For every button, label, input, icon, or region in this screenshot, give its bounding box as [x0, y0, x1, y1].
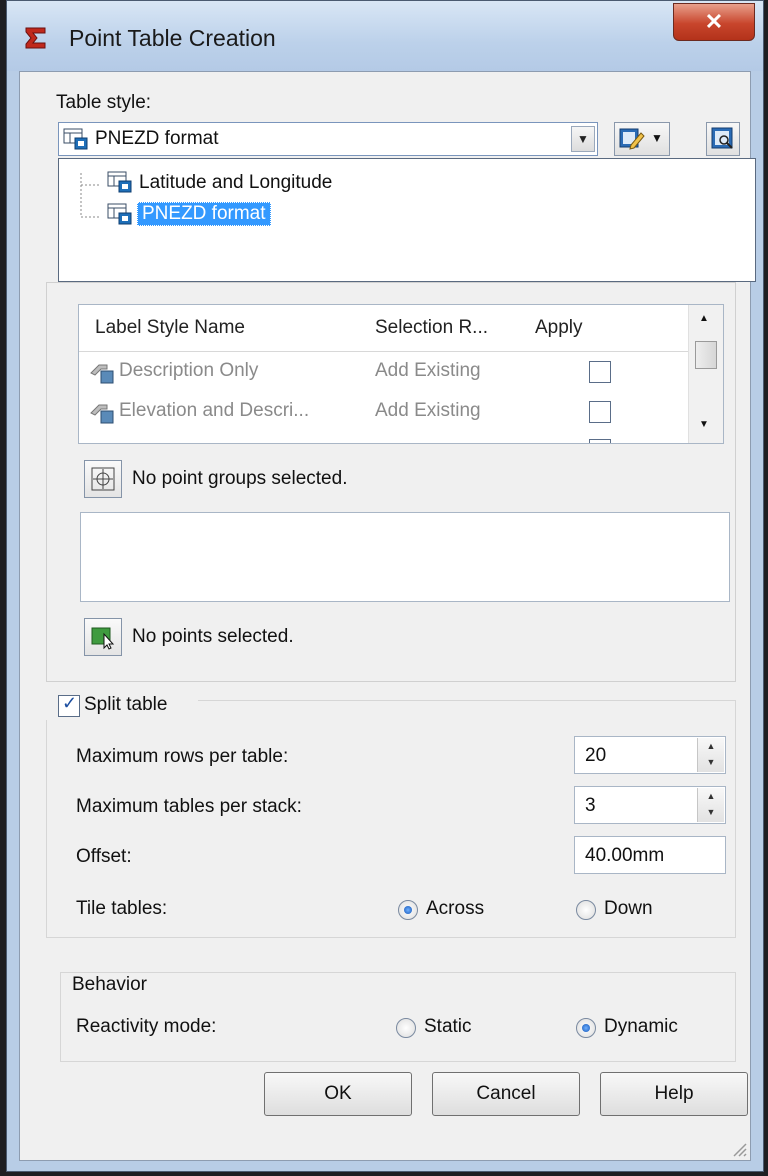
pick-points-icon	[91, 627, 115, 650]
max-rows-spinner[interactable]: ▲ ▼	[697, 738, 724, 772]
table-style-label: Table style:	[56, 92, 152, 113]
grid-scrollbar[interactable]: ▲ ▼	[688, 305, 723, 443]
label-style-grid[interactable]: Label Style Name Selection R... Apply De…	[78, 304, 724, 444]
apply-checkbox[interactable]	[589, 361, 611, 383]
selection-rule: Add Existing	[375, 360, 481, 381]
scroll-thumb[interactable]	[695, 341, 717, 369]
reactivity-static-label: Static	[424, 1016, 472, 1037]
list-item[interactable]: Latitude and Longitude	[107, 169, 427, 199]
column-header-apply[interactable]: Apply	[535, 317, 583, 339]
tile-across-radio[interactable]	[398, 900, 418, 920]
column-header-selection-rule[interactable]: Selection R...	[375, 317, 488, 339]
behavior-label: Behavior	[70, 974, 149, 996]
title-bar[interactable]: Point Table Creation ✕	[7, 1, 763, 71]
points-status: No points selected.	[132, 626, 294, 647]
point-groups-status: No point groups selected.	[132, 468, 348, 489]
offset-value: 40.00mm	[585, 845, 665, 866]
select-points-button[interactable]	[84, 618, 122, 656]
max-tables-spinner[interactable]: ▲ ▼	[697, 788, 724, 822]
tile-down-radio[interactable]	[576, 900, 596, 920]
label-style-name: Description Only	[119, 360, 259, 381]
preview-style-button[interactable]	[706, 122, 740, 156]
max-tables-stepper[interactable]: 3 ▲ ▼	[574, 786, 726, 824]
label-style-icon	[90, 404, 114, 424]
cancel-button[interactable]: Cancel	[432, 1072, 580, 1116]
preview-icon	[711, 127, 733, 149]
edit-style-icon	[619, 128, 645, 150]
table-style-icon	[107, 171, 132, 193]
dialog-window: Point Table Creation ✕ Table style: PNEZ…	[6, 0, 764, 1172]
table-style-combo[interactable]: PNEZD format ▼	[58, 122, 598, 156]
table-row[interactable]: Elevation and Descri... Add Existing	[79, 393, 689, 431]
chevron-down-icon[interactable]: ▼	[571, 126, 595, 152]
apply-checkbox[interactable]	[589, 401, 611, 423]
civil3d-app-icon	[25, 27, 46, 49]
label-style-name: Elevation and Descri...	[119, 400, 310, 421]
checkmark-icon: ✓	[62, 693, 78, 713]
apply-checkbox[interactable]	[589, 439, 611, 443]
max-rows-value: 20	[585, 745, 607, 766]
grid-header: Label Style Name Selection R... Apply	[79, 305, 689, 352]
help-button[interactable]: Help	[600, 1072, 748, 1116]
ok-button[interactable]: OK	[264, 1072, 412, 1116]
column-header-label-style[interactable]: Label Style Name	[95, 317, 245, 339]
offset-input[interactable]: 40.00mm	[574, 836, 726, 874]
table-style-icon	[107, 203, 132, 225]
reactivity-static-radio[interactable]	[396, 1018, 416, 1038]
table-style-icon	[63, 128, 88, 150]
list-item-label: PNEZD format	[137, 202, 271, 226]
reactivity-dynamic-label: Dynamic	[604, 1016, 678, 1037]
table-style-value: PNEZD format	[95, 128, 219, 149]
close-button[interactable]: ✕	[673, 3, 755, 41]
scroll-down-icon[interactable]: ▼	[699, 419, 709, 430]
reactivity-mode-label: Reactivity mode:	[76, 1016, 217, 1037]
tile-down-label: Down	[604, 898, 653, 919]
selection-rule: Add Existing	[375, 400, 481, 421]
split-table-label: Split table	[84, 694, 168, 715]
resize-grip-icon[interactable]	[730, 1140, 748, 1158]
reactivity-dynamic-radio[interactable]	[576, 1018, 596, 1038]
max-tables-label: Maximum tables per stack:	[76, 796, 302, 817]
split-table-checkbox[interactable]: ✓	[58, 693, 80, 717]
list-item-label: Latitude and Longitude	[139, 172, 333, 193]
select-point-groups-button[interactable]	[84, 460, 122, 498]
tile-tables-label: Tile tables:	[76, 898, 168, 919]
spin-up-icon[interactable]: ▲	[698, 738, 724, 754]
dialog-body: Table style: PNEZD format ▼ ▼ Latitude a…	[19, 71, 756, 1161]
spin-down-icon[interactable]: ▼	[698, 754, 724, 770]
split-table-header: ✓ Split table	[38, 692, 198, 720]
label-style-icon	[90, 364, 114, 384]
max-rows-label: Maximum rows per table:	[76, 746, 289, 767]
spin-down-icon[interactable]: ▼	[698, 804, 724, 820]
table-style-dropdown-list[interactable]: Latitude and Longitude PNEZD format	[58, 158, 756, 282]
spin-up-icon[interactable]: ▲	[698, 788, 724, 804]
edit-style-button[interactable]: ▼	[614, 122, 670, 156]
max-tables-value: 3	[585, 795, 596, 816]
tile-across-label: Across	[426, 898, 485, 919]
points-list[interactable]	[80, 512, 730, 602]
chevron-down-icon[interactable]: ▼	[651, 131, 663, 145]
table-row-partial[interactable]	[79, 433, 689, 443]
window-title: Point Table Creation	[69, 25, 276, 51]
scroll-up-icon[interactable]: ▲	[699, 313, 709, 324]
table-row[interactable]: Description Only Add Existing	[79, 353, 689, 391]
offset-label: Offset:	[76, 846, 132, 867]
max-rows-stepper[interactable]: 20 ▲ ▼	[574, 736, 726, 774]
list-item-selected[interactable]: PNEZD format	[107, 199, 367, 229]
point-group-icon	[91, 467, 115, 491]
